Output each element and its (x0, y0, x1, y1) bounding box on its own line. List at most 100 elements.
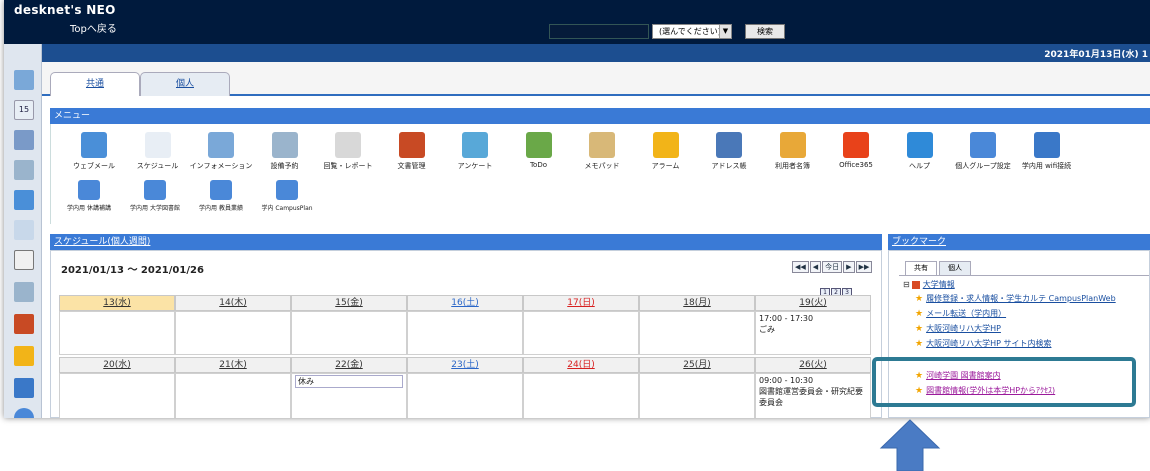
day-cell[interactable] (175, 311, 291, 355)
day-cell[interactable] (639, 373, 755, 418)
search-input[interactable] (549, 24, 649, 39)
bookmark-link[interactable]: ★ 履修登録・求人情報・学生カルテ CampusPlanWeb (915, 293, 1116, 304)
star-icon: ★ (915, 294, 924, 304)
bookmark-link[interactable]: ★ メール転送（学内用） (915, 308, 1006, 319)
day-cell[interactable] (59, 373, 175, 418)
menu-item-memopad[interactable]: メモパッド (567, 132, 637, 171)
bookmark-folder[interactable]: ⊟ 大学情報 (903, 279, 955, 290)
menu-item-document[interactable]: 文書管理 (377, 132, 447, 171)
menu-item-alarm[interactable]: アラーム (631, 132, 701, 171)
tab-shared[interactable]: 共通 (50, 72, 140, 96)
top-page-link[interactable]: Topへ戻る (70, 20, 117, 35)
menu-item-label: ヘルプ (909, 162, 930, 170)
menu-item-library[interactable]: 学内用 大学図書館 (117, 180, 193, 212)
schedule-panel-title[interactable]: スケジュール(個人週間) (50, 234, 882, 250)
day-header[interactable]: 24(日) (523, 357, 639, 373)
day-cell[interactable]: 17:00 - 17:30 ごみ (755, 311, 871, 355)
schedule-event-text[interactable]: 委員会 (759, 397, 867, 408)
search-button[interactable]: 検索 (745, 24, 785, 39)
menu-item-calendar[interactable]: スケジュール (123, 132, 193, 171)
schedule-event-text[interactable]: 17:00 - 17:30 (759, 313, 867, 324)
menu-item-office365[interactable]: Office365 (821, 132, 891, 169)
collapse-icon[interactable]: ⊟ (903, 280, 910, 289)
schedule-event-text[interactable]: 図書館運営委員会・研究紀要 (759, 386, 867, 397)
menu-item-address-book[interactable]: アドレス帳 (694, 132, 764, 171)
address-book-icon (716, 132, 742, 158)
menu-item-facility[interactable]: 設備予約 (250, 132, 320, 171)
search-category-select[interactable]: (選んでください) ▼ (652, 24, 732, 39)
day-header[interactable]: 15(金) (291, 295, 407, 311)
information-board-icon[interactable] (14, 220, 34, 240)
day-header[interactable]: 22(金) (291, 357, 407, 373)
day-header[interactable]: 14(木) (175, 295, 291, 311)
library-icon (144, 180, 166, 200)
bookmark-tab-personal[interactable]: 個人 (939, 261, 971, 275)
schedule-nav-button[interactable]: ▶▶ (855, 261, 873, 273)
day-cell[interactable] (407, 373, 523, 418)
menu-item-report[interactable]: 回覧・レポート (313, 132, 383, 171)
day-header[interactable]: 19(火) (755, 295, 871, 311)
menu-item-class-cancel[interactable]: 学内用 休講補講 (51, 180, 127, 212)
report-icon[interactable] (14, 250, 34, 270)
schedule-event-text[interactable]: ごみ (759, 324, 867, 335)
day-header[interactable]: 21(木) (175, 357, 291, 373)
menu-item-group-settings[interactable]: 個人グループ設定 (948, 132, 1018, 171)
bookmark-link[interactable]: ★ 大阪河崎リハ大学HP サイト内検索 (915, 338, 1051, 349)
day-cell[interactable] (291, 311, 407, 355)
menu-item-todo[interactable]: ToDo (504, 132, 574, 169)
schedule-nav-button[interactable]: 今日 (822, 261, 843, 273)
menu-item-help[interactable]: ヘルプ (885, 132, 955, 171)
top-header: desknet's NEO Topへ戻る (選んでください) ▼ 検索 (4, 0, 1150, 44)
day-cell[interactable]: 休み (291, 373, 407, 418)
day-header[interactable]: 25(月) (639, 357, 755, 373)
day-cell[interactable] (407, 311, 523, 355)
menu-item-information[interactable]: インフォメーション (186, 132, 256, 171)
help-icon (906, 132, 933, 158)
day-cell[interactable] (523, 311, 639, 355)
menu-item-user-list[interactable]: 利用者名簿 (758, 132, 828, 171)
day-cell[interactable] (59, 311, 175, 355)
day-cell[interactable] (175, 373, 291, 418)
portal-icon[interactable] (14, 70, 34, 90)
schedule-nav-button[interactable]: ▶ (843, 261, 855, 273)
menu-item-campusplan[interactable]: 学内 CampusPlan (249, 180, 325, 212)
menu-item-wifi[interactable]: 学内用 wifi接続 (1012, 132, 1082, 171)
information-icon (208, 132, 234, 158)
day-header[interactable]: 18(月) (639, 295, 755, 311)
day-header[interactable]: 17(日) (523, 295, 639, 311)
day-header[interactable]: 23(土) (407, 357, 523, 373)
app-logo: desknet's NEO (14, 3, 116, 17)
menu-item-webmail[interactable]: ウェブメール (59, 132, 129, 171)
day-header[interactable]: 13(水) (59, 295, 175, 311)
day-header[interactable]: 16(土) (407, 295, 523, 311)
menu-item-survey[interactable]: アンケート (440, 132, 510, 171)
menu-item-label: アラーム (651, 162, 680, 170)
chevron-down-icon: ▼ (719, 25, 731, 38)
day-header[interactable]: 26(火) (755, 357, 871, 373)
day-cell[interactable]: 09:00 - 10:30 図書館運営委員会・研究紀要 委員会 (755, 373, 871, 418)
schedule-nav: ◀◀ ◀ 今日 ▶ ▶▶ (791, 261, 873, 273)
bookmark-link[interactable]: ★ 大阪河崎リハ大学HP (915, 323, 1001, 334)
schedule-event[interactable]: 休み (295, 375, 403, 388)
bookmark-panel-title[interactable]: ブックマーク (888, 234, 1150, 250)
facility-icon[interactable] (14, 160, 34, 180)
menu-item-label: 学内用 wifi接続 (1021, 162, 1072, 170)
schedule-nav-button[interactable]: ◀ (809, 261, 822, 273)
neo-icon[interactable] (14, 378, 34, 398)
document-icon[interactable] (14, 314, 34, 334)
information-icon[interactable] (14, 130, 34, 150)
calendar-icon[interactable]: 15 (14, 100, 34, 120)
day-header[interactable]: 20(水) (59, 357, 175, 373)
folder-icon[interactable] (14, 346, 34, 366)
facility-2-icon[interactable] (14, 282, 34, 302)
menu-item-label: 利用者名簿 (775, 162, 810, 170)
help-icon[interactable] (14, 408, 34, 418)
schedule-nav-button[interactable]: ◀◀ (792, 261, 809, 273)
menu-item-research[interactable]: 学内用 教員業績 (183, 180, 259, 212)
webmail-icon[interactable] (14, 190, 34, 210)
day-cell[interactable] (523, 373, 639, 418)
tab-personal[interactable]: 個人 (140, 72, 230, 96)
schedule-event-text[interactable]: 09:00 - 10:30 (759, 375, 867, 386)
bookmark-tab-shared[interactable]: 共有 (905, 261, 937, 275)
day-cell[interactable] (639, 311, 755, 355)
